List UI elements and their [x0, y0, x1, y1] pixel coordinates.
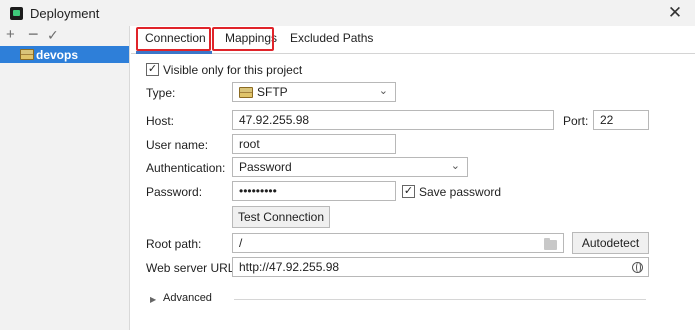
server-icon	[239, 87, 253, 98]
user-name-label: User name:	[146, 138, 209, 152]
password-label: Password:	[146, 185, 203, 199]
port-input[interactable]: 22	[593, 110, 649, 130]
window-title: Deployment	[30, 6, 100, 21]
host-input[interactable]: 47.92.255.98	[232, 110, 554, 130]
close-button[interactable]: ✕	[665, 3, 685, 23]
user-name-input[interactable]: root	[232, 134, 396, 154]
visible-only-label: Visible only for this project	[163, 63, 303, 77]
tab-bar: Connection Mappings Excluded Paths	[131, 26, 695, 54]
web-server-url-input[interactable]: http://47.92.255.98	[232, 257, 649, 277]
host-label: Host:	[146, 114, 175, 128]
advanced-section-toggle[interactable]: Advanced	[163, 292, 212, 304]
remove-server-button[interactable]: −	[28, 25, 39, 43]
type-value: SFTP	[257, 85, 288, 99]
sidebar: + − ✓ devops	[0, 25, 130, 330]
highlight-box-connection	[136, 27, 211, 51]
add-server-button[interactable]: +	[6, 27, 15, 43]
active-tab-indicator	[136, 51, 212, 54]
title-bar: Deployment ✕	[0, 0, 695, 26]
sidebar-toolbar: + − ✓	[0, 25, 130, 46]
password-input[interactable]: •••••••••	[232, 181, 396, 201]
root-path-value: /	[239, 236, 243, 250]
sidebar-item-label: devops	[36, 48, 79, 62]
sidebar-item-devops[interactable]: devops	[0, 46, 129, 63]
chevron-down-icon: ⌄	[378, 85, 388, 97]
advanced-divider	[234, 299, 646, 300]
set-default-button[interactable]: ✓	[47, 27, 59, 43]
connection-form: ✓ Visible only for this project Type: SF…	[131, 55, 695, 330]
web-server-url-value: http://47.92.255.98	[239, 260, 340, 274]
autodetect-button[interactable]: Autodetect	[572, 232, 649, 254]
visible-only-checkbox[interactable]: ✓	[146, 63, 159, 76]
advanced-expand-icon[interactable]: ▶	[150, 295, 156, 304]
web-server-url-label: Web server URL:	[146, 261, 238, 275]
port-label: Port:	[563, 114, 589, 128]
authentication-select[interactable]: Password ⌄	[232, 157, 468, 177]
tab-excluded-paths[interactable]: Excluded Paths	[290, 31, 373, 45]
save-password-checkbox[interactable]: ✓	[402, 185, 415, 198]
save-password-label: Save password	[419, 185, 502, 199]
root-path-label: Root path:	[146, 237, 202, 251]
type-select[interactable]: SFTP ⌄	[232, 82, 396, 102]
highlight-box-mappings	[212, 27, 274, 51]
server-icon	[20, 49, 34, 60]
type-label: Type:	[146, 86, 176, 100]
authentication-label: Authentication:	[146, 161, 226, 175]
app-icon	[10, 7, 23, 20]
test-connection-button[interactable]: Test Connection	[232, 206, 330, 228]
chevron-down-icon: ⌄	[450, 160, 460, 172]
globe-icon[interactable]	[632, 262, 643, 273]
authentication-value: Password	[239, 160, 292, 174]
folder-icon[interactable]	[544, 238, 557, 250]
root-path-input[interactable]: /	[232, 233, 564, 253]
